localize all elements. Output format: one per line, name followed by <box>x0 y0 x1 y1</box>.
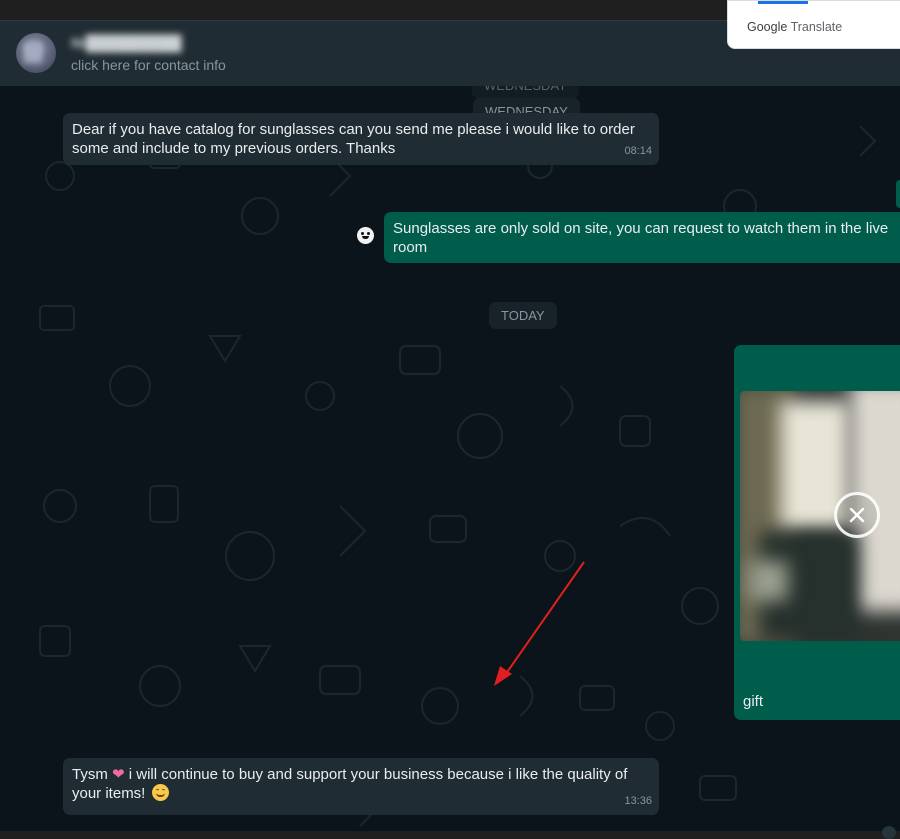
browser-bottom-strip <box>0 831 900 839</box>
contact-name[interactable]: Ni█████████ <box>71 35 182 52</box>
smile-emoji-icon <box>151 784 169 801</box>
message-incoming-2[interactable]: Tysm ❤ i will continue to buy and suppor… <box>63 758 659 815</box>
message-time: 08:14 <box>624 145 652 157</box>
image-caption: gift <box>743 693 764 710</box>
google-translate-popup[interactable]: Google Translate <box>727 0 900 49</box>
chat-panel[interactable]: WEDNESDAY WEDNESDAY Dear if you have cat… <box>0 86 900 839</box>
contact-info-link[interactable]: click here for contact info <box>71 57 226 73</box>
message-text: Sunglasses are only sold on site, you ca… <box>393 220 889 256</box>
outgoing-bubble-edge <box>896 180 900 208</box>
translate-tab-indicator <box>758 1 808 4</box>
emoji-mouth <box>362 236 369 239</box>
contact-avatar[interactable] <box>16 33 56 73</box>
emoji-eye-right <box>367 232 370 235</box>
scroll-down-button[interactable] <box>882 826 896 839</box>
image-blob <box>748 561 788 601</box>
date-chip-today: TODAY <box>489 302 557 329</box>
cancel-upload-button[interactable] <box>834 492 880 538</box>
message-incoming-1[interactable]: Dear if you have catalog for sunglasses … <box>63 113 659 165</box>
message-outgoing-1[interactable]: Sunglasses are only sold on site, you ca… <box>384 212 900 263</box>
react-emoji-icon[interactable] <box>357 227 374 244</box>
message-time: 13:36 <box>624 795 652 807</box>
google-translate-label[interactable]: Google Translate <box>747 20 842 34</box>
close-icon <box>849 507 865 523</box>
message-text-start: Tysm <box>72 766 108 783</box>
message-text: Dear if you have catalog for sunglasses … <box>72 121 635 157</box>
google-brand-text: Google <box>747 20 788 34</box>
heart-emoji: ❤ <box>112 766 125 783</box>
translate-text: Translate <box>790 20 843 34</box>
emoji-eye-left <box>361 232 364 235</box>
